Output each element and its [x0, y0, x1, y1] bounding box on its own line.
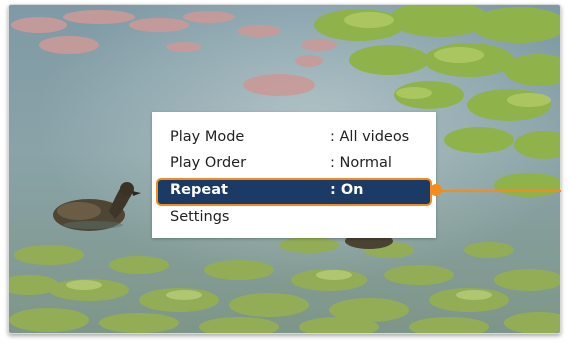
- playback-menu: Play Mode : All videos Play Order : Norm…: [152, 112, 436, 238]
- menu-item-label: Play Order: [170, 155, 247, 171]
- menu-item-play-order[interactable]: Play Order : Normal: [158, 152, 430, 176]
- menu-item-settings[interactable]: Settings: [158, 206, 430, 230]
- menu-item-label: Settings: [170, 209, 230, 225]
- callout-line: [436, 190, 561, 192]
- menu-item-repeat[interactable]: Repeat : On: [156, 178, 432, 206]
- menu-item-play-mode[interactable]: Play Mode : All videos: [158, 126, 430, 150]
- menu-item-value: : On: [330, 182, 364, 198]
- menu-item-value: : Normal: [330, 155, 392, 171]
- menu-item-label: Play Mode: [170, 129, 245, 145]
- menu-item-label: Repeat: [170, 182, 228, 198]
- menu-item-value: : All videos: [330, 129, 410, 145]
